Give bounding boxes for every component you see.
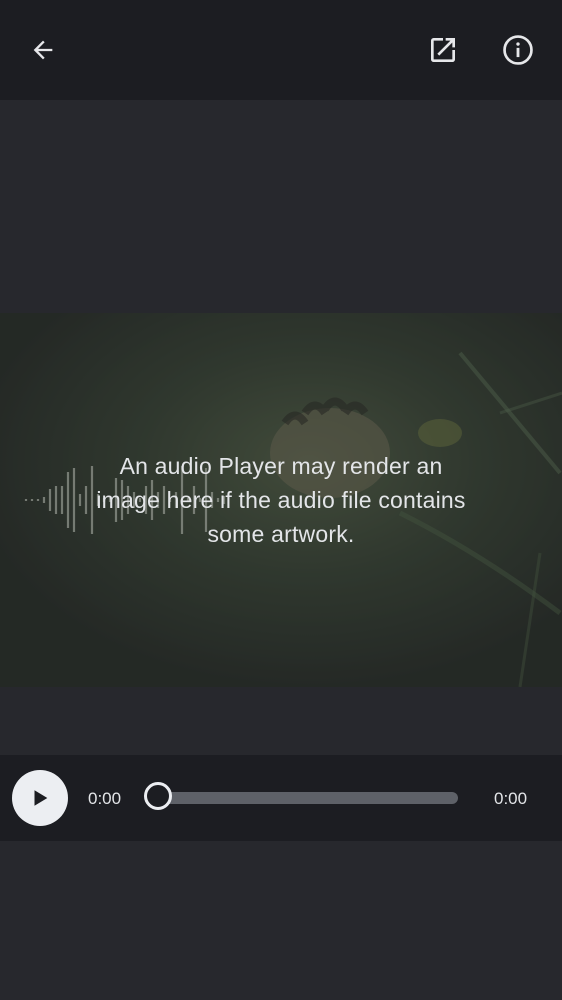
back-button[interactable]: [19, 26, 67, 74]
open-external-button[interactable]: [419, 26, 467, 74]
seek-bar[interactable]: [160, 792, 458, 804]
play-icon: [34, 790, 48, 806]
current-time: 0:00: [88, 789, 122, 808]
open-in-new-icon: [431, 38, 455, 62]
artwork-placeholder-text: An audio Player may render an image here…: [96, 453, 466, 547]
play-button[interactable]: [12, 770, 68, 826]
top-app-bar: [0, 0, 562, 100]
info-icon: [503, 35, 533, 65]
duration: 0:00: [494, 789, 528, 808]
info-button[interactable]: [494, 26, 542, 74]
arrow-left-icon: [33, 40, 53, 60]
audio-player-bar: 0:00 0:00: [0, 755, 562, 841]
seek-thumb[interactable]: [144, 782, 172, 810]
